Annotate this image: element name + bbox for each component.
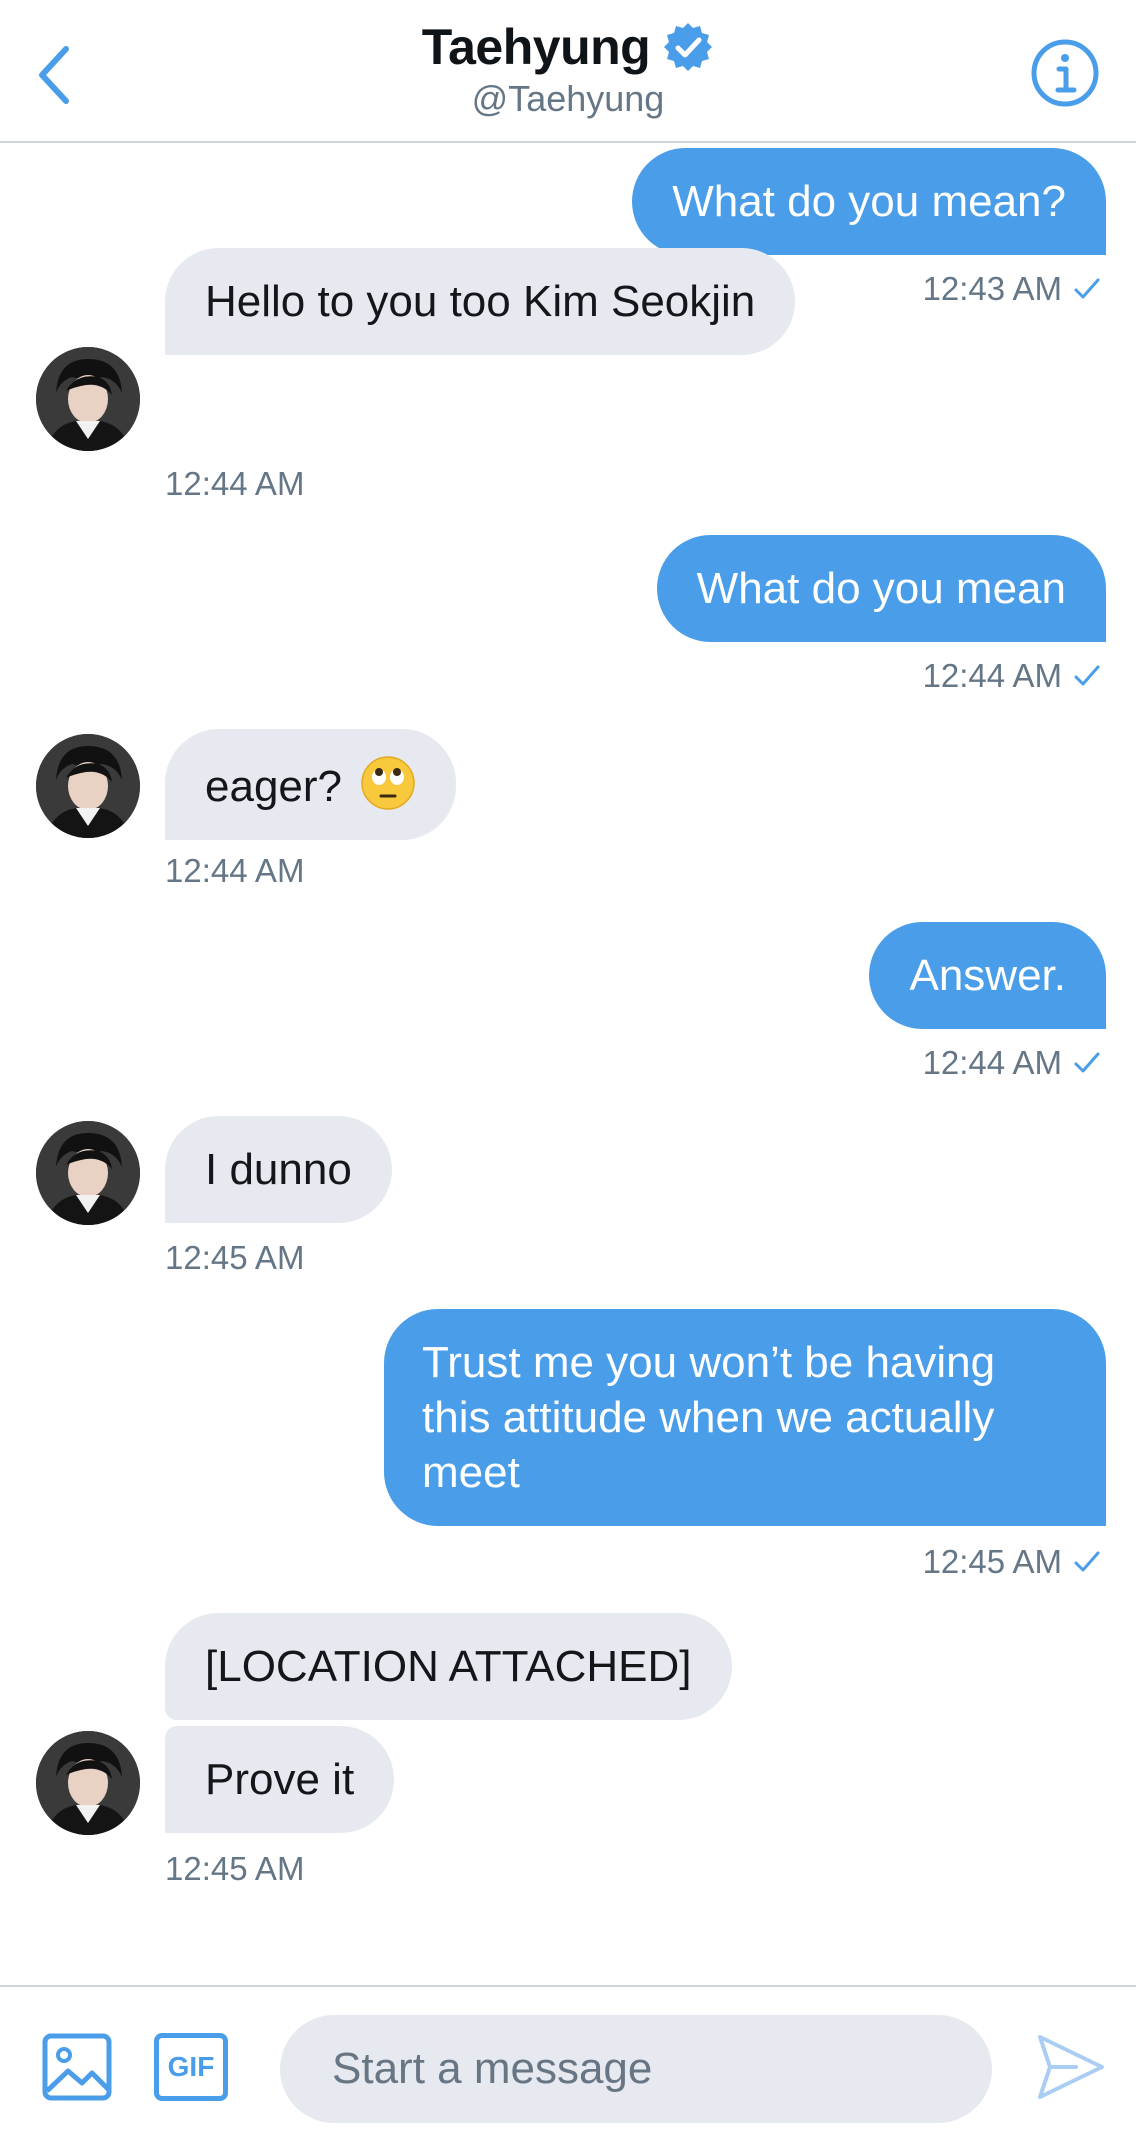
read-check-icon	[1074, 278, 1100, 299]
outgoing-message-bubble[interactable]: What do you mean	[656, 535, 1106, 642]
contact-avatar[interactable]	[36, 734, 140, 838]
outgoing-message-bubble[interactable]: What do you mean?	[632, 148, 1106, 255]
message-timestamp: 12:45 AM	[165, 1239, 305, 1276]
contact-avatar[interactable]	[36, 1731, 140, 1835]
info-icon[interactable]	[1030, 38, 1100, 108]
read-check-icon	[1074, 1551, 1100, 1572]
header-title-block[interactable]: Taehyung @Taehyung	[0, 18, 1136, 120]
message-input[interactable]	[280, 2015, 992, 2123]
avatar-photo	[36, 1731, 140, 1835]
message-text: eager?	[205, 762, 343, 811]
message-timestamp: 12:44 AM	[923, 657, 1102, 695]
incoming-message-bubble[interactable]: eager?	[165, 729, 457, 840]
message-timestamp: 12:44 AM	[923, 1044, 1102, 1082]
contact-name: Taehyung	[421, 19, 651, 75]
verified-badge-icon	[664, 23, 713, 71]
timestamp-text: 12:43 AM	[922, 270, 1062, 307]
send-icon[interactable]	[1036, 2031, 1106, 2103]
dm-conversation-screen: Taehyung @Taehyung What do you mean? 12:…	[0, 0, 1136, 2148]
message-timestamp: 12:44 AM	[165, 852, 305, 889]
avatar-photo	[36, 347, 140, 451]
conversation-header: Taehyung @Taehyung	[0, 0, 1136, 143]
message-thread[interactable]: What do you mean? 12:43 AM Hello to you …	[0, 143, 1136, 1985]
message-timestamp: 12:43 AM	[923, 270, 1102, 308]
image-icon[interactable]	[42, 2033, 112, 2101]
incoming-message-bubble[interactable]: I dunno	[165, 1116, 392, 1223]
message-timestamp: 12:44 AM	[165, 465, 305, 502]
contact-handle: @Taehyung	[471, 78, 665, 119]
timestamp-text: 12:44 AM	[922, 657, 1062, 694]
read-check-icon	[1074, 1052, 1100, 1073]
avatar-photo	[36, 1121, 140, 1225]
incoming-message-bubble[interactable]: [LOCATION ATTACHED]	[165, 1613, 732, 1720]
timestamp-text: 12:45 AM	[922, 1543, 1062, 1580]
contact-avatar[interactable]	[36, 347, 140, 451]
message-timestamp: 12:45 AM	[923, 1543, 1102, 1581]
incoming-message-bubble[interactable]: Hello to you too Kim Seokjin	[165, 248, 796, 355]
gif-button[interactable]: GIF	[154, 2033, 228, 2101]
message-timestamp: 12:45 AM	[165, 1850, 305, 1887]
outgoing-message-bubble[interactable]: Answer.	[869, 922, 1106, 1029]
avatar-photo	[36, 734, 140, 838]
contact-avatar[interactable]	[36, 1121, 140, 1225]
timestamp-text: 12:44 AM	[922, 1044, 1062, 1081]
message-composer: GIF	[0, 1985, 1136, 2148]
face-with-rolling-eyes-icon	[361, 756, 415, 810]
outgoing-message-bubble[interactable]: Trust me you won’t be having this attitu…	[384, 1309, 1106, 1526]
read-check-icon	[1074, 665, 1100, 686]
incoming-message-bubble[interactable]: Prove it	[165, 1726, 395, 1833]
